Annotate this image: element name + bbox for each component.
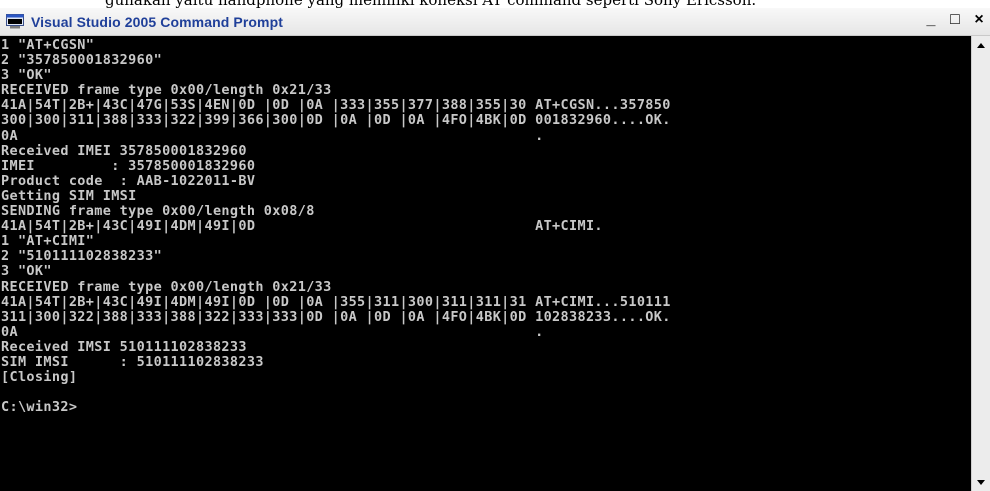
close-button[interactable]: × [968,10,990,30]
console-line: SENDING frame type 0x00/length 0x08/8 [1,203,315,220]
window-controls: _ □ × [920,10,990,30]
console-line: Product code : AAB-1022011-BV [1,172,256,189]
console-line: 3 "OK" [1,67,52,84]
console-line: 0A . [1,323,544,340]
console-line: 2 "510111102838233" [1,248,163,265]
console-line: 1 "AT+CIMI" [1,233,95,250]
console-line: C:\win32> [1,399,78,416]
console-line: 3 "OK" [1,263,52,280]
maximize-button[interactable]: □ [944,10,966,30]
console-line: 41A|54T|2B+|43C|49I|4DM|49I|0D |0D |0A |… [1,293,671,310]
vertical-scrollbar[interactable] [971,36,990,491]
console-line: 41A|54T|2B+|43C|47G|53S|4EN|0D |0D |0A |… [1,97,671,114]
console-line: 41A|54T|2B+|43C|49I|4DM|49I|0D AT+CIMI. [1,218,603,235]
scroll-down-arrow-icon[interactable] [972,473,990,491]
console-line: 0A . [1,127,544,144]
console-line: SIM IMSI : 510111102838233 [1,353,264,370]
console-output[interactable]: 1 "AT+CGSN" 2 "357850001832960" 3 "OK" RECE… [0,36,972,491]
console-line: IMEI : 357850001832960 [1,157,256,174]
console-window[interactable]: Visual Studio 2005 Command Prompt _ □ × … [0,8,990,491]
console-line: 2 "357850001832960" [1,52,163,69]
console-line: 311|300|322|388|333|388|322|333|333|0D |… [1,308,671,325]
console-window-icon[interactable] [6,14,24,29]
minimize-button[interactable]: _ [920,10,942,30]
console-line: RECEIVED frame type 0x00/length 0x21/33 [1,278,332,295]
console-line: Getting SIM IMSI [1,187,137,204]
console-line: [Closing] [1,369,78,386]
console-line: Received IMEI 357850001832960 [1,142,247,159]
window-title: Visual Studio 2005 Command Prompt [31,13,283,30]
scroll-up-arrow-icon[interactable] [972,36,990,54]
console-line: 1 "AT+CGSN" [1,37,95,53]
console-line: RECEIVED frame type 0x00/length 0x21/33 [1,82,332,99]
title-bar[interactable]: Visual Studio 2005 Command Prompt _ □ × [0,8,990,36]
console-line: Received IMSI 510111102838233 [1,338,247,355]
console-line: 300|300|311|388|333|322|399|366|300|0D |… [1,112,671,129]
